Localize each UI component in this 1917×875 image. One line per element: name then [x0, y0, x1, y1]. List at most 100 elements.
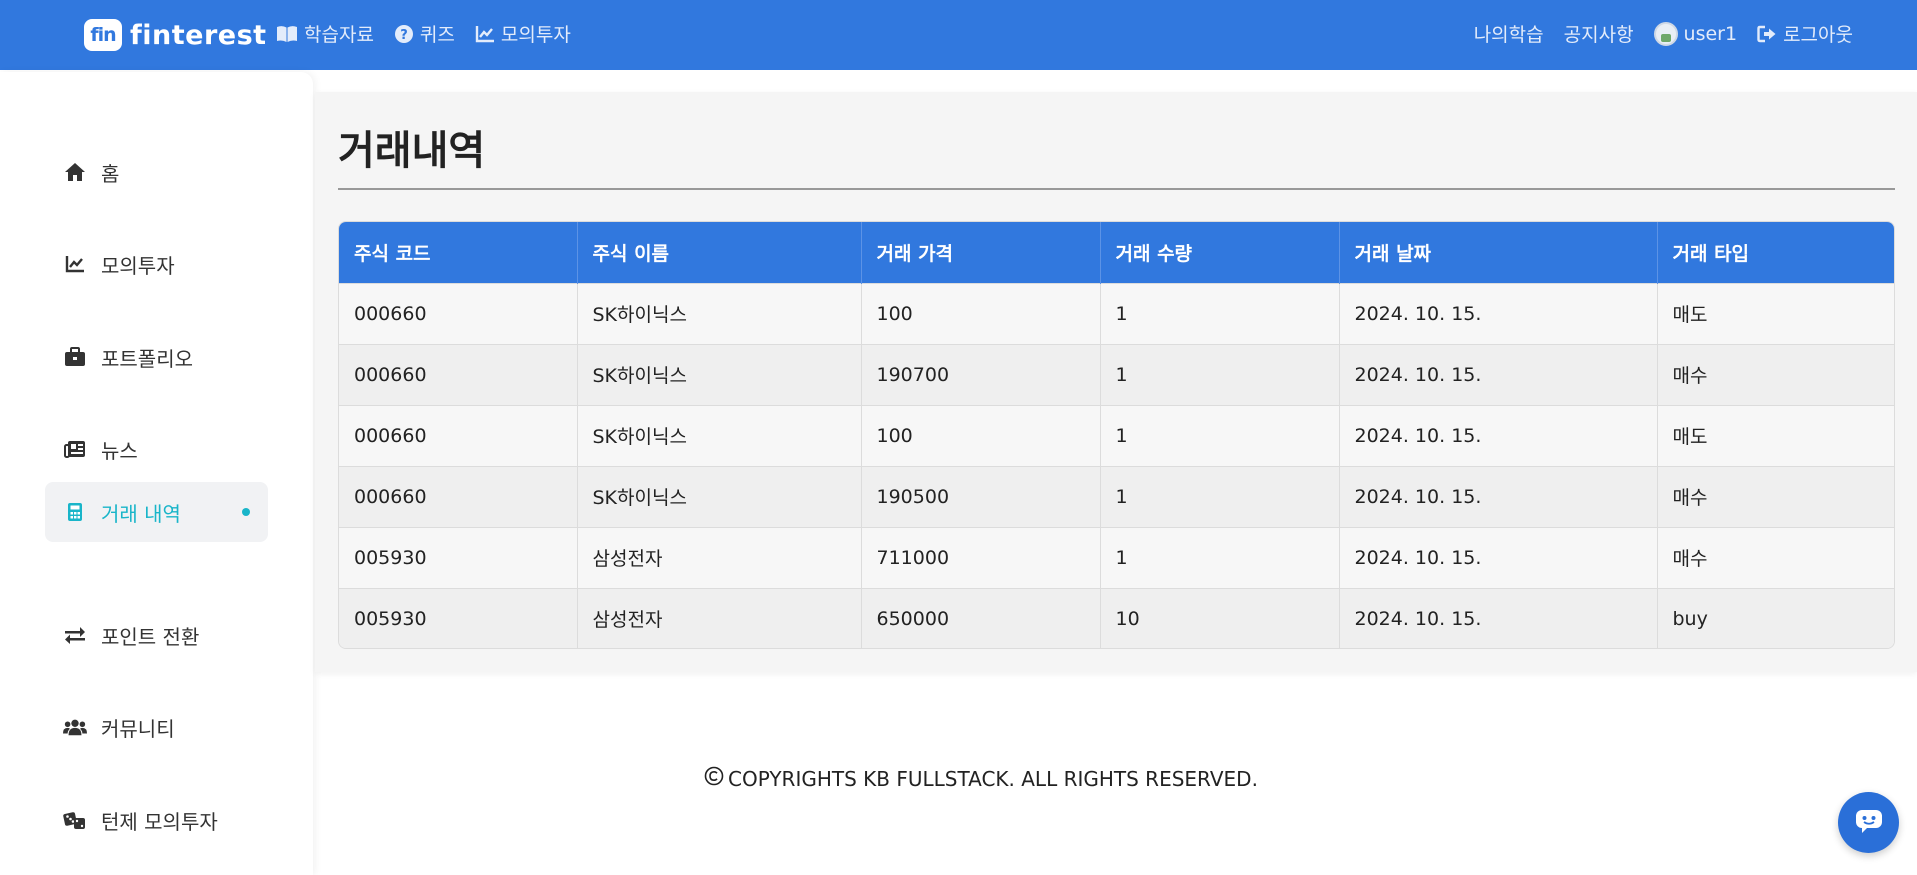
nav-logout[interactable]: 로그아웃	[1757, 20, 1853, 47]
sidebar-item-portfolio[interactable]: 포트폴리오	[45, 327, 268, 387]
cell-stock-code: 000660	[339, 282, 578, 344]
top-navbar: fin finterest 학습자료 ? 퀴즈 모의투자 나의학습 공지사항 u	[0, 0, 1917, 70]
cell-stock-name: 삼성전자	[577, 526, 862, 588]
dice-icon	[63, 808, 87, 832]
active-indicator-dot	[242, 508, 250, 516]
cell-quantity: 1	[1100, 526, 1340, 588]
column-header-quantity: 거래 수량	[1100, 222, 1340, 283]
cell-stock-name: SK하이닉스	[577, 465, 862, 527]
users-icon	[63, 715, 87, 739]
table-row: 005930 삼성전자 650000 10 2024. 10. 15. buy	[339, 587, 1894, 648]
column-header-stock-name: 주식 이름	[577, 222, 862, 283]
nav-notice[interactable]: 공지사항	[1564, 20, 1634, 47]
sidebar-item-turn-based-investment[interactable]: 턴제 모의투자	[45, 790, 268, 850]
cell-stock-name: 삼성전자	[577, 587, 862, 648]
cell-stock-code: 005930	[339, 526, 578, 588]
table-row: 000660 SK하이닉스 190700 1 2024. 10. 15. 매수	[339, 343, 1894, 405]
svg-text:?: ?	[400, 28, 408, 43]
question-circle-icon: ?	[394, 24, 414, 44]
sidebar-item-transactions[interactable]: 거래 내역	[45, 482, 268, 542]
user-name: user1	[1683, 22, 1738, 45]
briefcase-icon	[63, 345, 87, 369]
nav-right: 나의학습 공지사항 user1 로그아웃	[1474, 20, 1853, 47]
footer-text: COPYRIGHTS KB FULLSTACK. ALL RIGHTS RESE…	[728, 766, 1258, 791]
table-row: 000660 SK하이닉스 100 1 2024. 10. 15. 매도	[339, 404, 1894, 466]
sidebar-item-label: 포인트 전환	[101, 624, 200, 649]
cell-price: 100	[861, 404, 1101, 466]
cell-type: buy	[1657, 587, 1894, 648]
nav-mock-investment[interactable]: 모의투자	[475, 20, 571, 47]
cell-date: 2024. 10. 15.	[1339, 282, 1658, 344]
nav-left: 학습자료 ? 퀴즈 모의투자	[276, 20, 571, 47]
sidebar-item-label: 홈	[101, 161, 120, 186]
home-icon	[63, 160, 87, 184]
sidebar-item-label: 거래 내역	[101, 501, 181, 526]
table-row: 000660 SK하이닉스 190500 1 2024. 10. 15. 매수	[339, 465, 1894, 527]
nav-quiz[interactable]: ? 퀴즈	[394, 20, 455, 47]
column-header-type: 거래 타입	[1657, 222, 1894, 283]
cell-price: 190500	[861, 465, 1101, 527]
cell-price: 711000	[861, 526, 1101, 588]
sidebar-item-mock-investment[interactable]: 모의투자	[45, 234, 268, 294]
sidebar-item-label: 모의투자	[101, 253, 175, 278]
book-icon	[276, 25, 298, 43]
page-title: 거래내역	[338, 128, 486, 174]
logout-icon	[1757, 25, 1777, 43]
sidebar-item-label: 턴제 모의투자	[101, 809, 218, 834]
nav-quiz-label: 퀴즈	[419, 24, 455, 46]
cell-stock-code: 005930	[339, 587, 578, 648]
sidebar-item-label: 커뮤니티	[101, 716, 175, 741]
chat-button[interactable]	[1838, 792, 1899, 853]
cell-date: 2024. 10. 15.	[1339, 526, 1658, 588]
nav-mock-investment-label: 모의투자	[500, 24, 571, 46]
column-header-price: 거래 가격	[861, 222, 1101, 283]
cell-stock-code: 000660	[339, 343, 578, 405]
logout-label: 로그아웃	[1783, 24, 1853, 46]
nav-learning-materials-label: 학습자료	[304, 24, 374, 46]
cell-type: 매도	[1657, 282, 1894, 344]
cell-type: 매수	[1657, 526, 1894, 588]
column-header-stock-code: 주식 코드	[339, 222, 578, 283]
sidebar-item-home[interactable]: 홈	[45, 142, 268, 202]
chart-line-icon	[475, 25, 495, 43]
table-header-row: 주식 코드 주식 이름 거래 가격 거래 수량 거래 날짜 거래 타입	[339, 222, 1894, 283]
brand-name: finterest	[130, 19, 267, 51]
sidebar-item-community[interactable]: 커뮤니티	[45, 697, 268, 757]
sidebar-item-label: 뉴스	[101, 438, 138, 463]
cell-type: 매수	[1657, 465, 1894, 527]
sidebar-item-news[interactable]: 뉴스	[45, 419, 268, 479]
sidebar-item-label: 포트폴리오	[101, 346, 193, 371]
title-divider	[338, 188, 1895, 190]
cell-stock-name: SK하이닉스	[577, 282, 862, 344]
cell-quantity: 1	[1100, 465, 1340, 527]
cell-price: 100	[861, 282, 1101, 344]
cell-quantity: 1	[1100, 404, 1340, 466]
exchange-icon	[63, 623, 87, 647]
cell-stock-name: SK하이닉스	[577, 404, 862, 466]
avatar	[1653, 21, 1678, 46]
brand-logo[interactable]: fin finterest	[84, 17, 267, 53]
nav-learning-materials[interactable]: 학습자료	[276, 20, 374, 47]
cell-date: 2024. 10. 15.	[1339, 465, 1658, 527]
cell-stock-name: SK하이닉스	[577, 343, 862, 405]
cell-type: 매수	[1657, 343, 1894, 405]
cell-date: 2024. 10. 15.	[1339, 343, 1658, 405]
cell-quantity: 1	[1100, 343, 1340, 405]
cell-quantity: 1	[1100, 282, 1340, 344]
cell-date: 2024. 10. 15.	[1339, 404, 1658, 466]
sidebar-item-point-exchange[interactable]: 포인트 전환	[45, 605, 268, 665]
cell-price: 190700	[861, 343, 1101, 405]
transactions-table: 주식 코드 주식 이름 거래 가격 거래 수량 거래 날짜 거래 타입 0006…	[338, 221, 1895, 649]
nav-my-learning[interactable]: 나의학습	[1474, 20, 1544, 47]
cell-type: 매도	[1657, 404, 1894, 466]
newspaper-icon	[63, 437, 87, 461]
nav-user[interactable]: user1	[1653, 21, 1738, 46]
brand-badge: fin	[84, 19, 122, 51]
sidebar: 홈 모의투자 포트폴리오 뉴스 거래 내역 포인트 전환 커뮤니티 턴제 모의투…	[0, 72, 313, 875]
cell-quantity: 10	[1100, 587, 1340, 648]
copyright-icon	[704, 766, 724, 791]
cell-stock-code: 000660	[339, 465, 578, 527]
cell-stock-code: 000660	[339, 404, 578, 466]
chat-bot-icon	[1854, 807, 1884, 839]
cell-date: 2024. 10. 15.	[1339, 587, 1658, 648]
